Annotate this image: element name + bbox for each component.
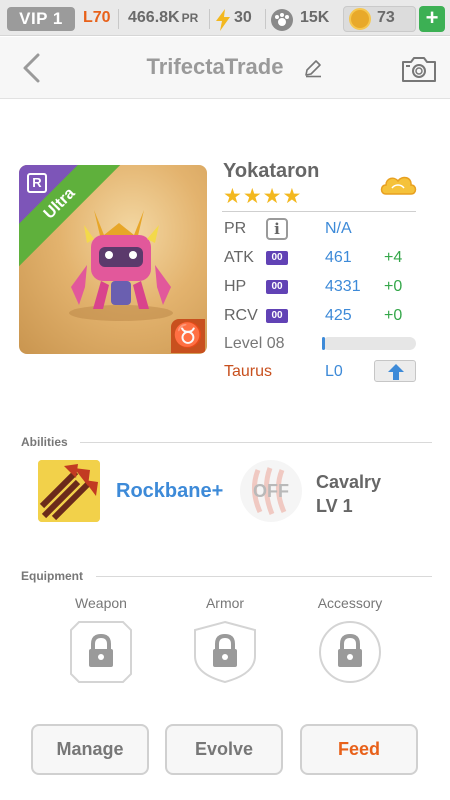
player-level: L70 [83,9,111,26]
status-bar: VIP 1 L70 466.8K PR 30 15K 73 + [0,0,450,36]
player-power-rating: 466.8K PR [128,9,199,26]
atk-bonus: +4 [384,249,403,266]
atk-rune-icon: 00 [266,251,288,265]
monster-card[interactable]: Ultra R ♉ [19,165,207,354]
rcv-label: RCV [224,307,258,324]
armor-slot[interactable] [193,620,257,684]
monster-name: Yokataron [223,160,320,182]
divider [118,9,119,29]
abilities-section-label: Abilities [21,435,68,449]
divider [80,442,432,443]
ability-off-status: OFF [253,481,289,501]
zodiac-upgrade-button[interactable] [374,360,416,382]
hp-label: HP [224,278,247,295]
edit-pencil-icon[interactable] [303,58,323,78]
weapon-slot[interactable] [69,620,133,684]
feed-button[interactable]: Feed [300,724,418,775]
gem-count: 73 [377,9,395,26]
hp-rune-icon: 00 [266,280,288,294]
ability-name[interactable]: Rockbane+ [116,480,223,503]
rcv-value: 425 [325,307,352,324]
food-icon [271,9,293,31]
divider [209,9,210,29]
star-rating: ★★★★ [223,185,303,208]
cavalry-ability-level: LV 1 [316,496,353,516]
weapon-label: Weapon [75,595,127,611]
zodiac-level: L0 [325,363,343,380]
camera-icon[interactable] [401,55,437,83]
add-gems-button[interactable]: + [419,6,445,32]
rarity-letter-badge: R [27,173,47,193]
rockbane-ability-icon[interactable] [38,460,100,522]
atk-value: 461 [325,249,352,266]
divider [222,211,416,212]
divider [96,576,432,577]
hp-value: 4331 [325,278,361,295]
info-icon[interactable]: i [266,218,288,240]
hp-bonus: +0 [384,278,403,295]
page-title: TrifectaTrade [146,54,284,79]
vip-badge[interactable]: VIP 1 [7,7,75,31]
level-label: Level 08 [224,335,285,352]
accessory-label: Accessory [317,595,383,611]
lightning-icon [216,9,230,31]
level-progress-bar [322,337,416,350]
atk-label: ATK [224,249,254,266]
manage-button[interactable]: Manage [31,724,149,775]
cavalry-ability-name: Cavalry [316,472,382,492]
rcv-rune-icon: 00 [266,309,288,323]
zodiac-label: Taurus [224,363,273,380]
pr-label: PR [224,220,247,237]
taurus-zodiac-icon: ♉ [171,319,205,353]
energy-count: 30 [234,9,252,26]
equipment-section-label: Equipment [21,569,83,583]
armor-label: Armor [205,595,245,611]
food-count: 15K [300,9,330,26]
coin-icon [349,8,371,30]
evolve-button[interactable]: Evolve [165,724,283,775]
accessory-slot[interactable] [318,620,382,684]
level-progress-fill [322,337,325,350]
divider [265,9,266,29]
rcv-bonus: +0 [384,307,403,324]
cavalry-ability[interactable]: Cavalry LV 1 [316,470,381,518]
up-arrow-icon [388,364,404,380]
pr-value: N/A [325,220,352,237]
cloud-element-icon[interactable] [378,170,418,200]
